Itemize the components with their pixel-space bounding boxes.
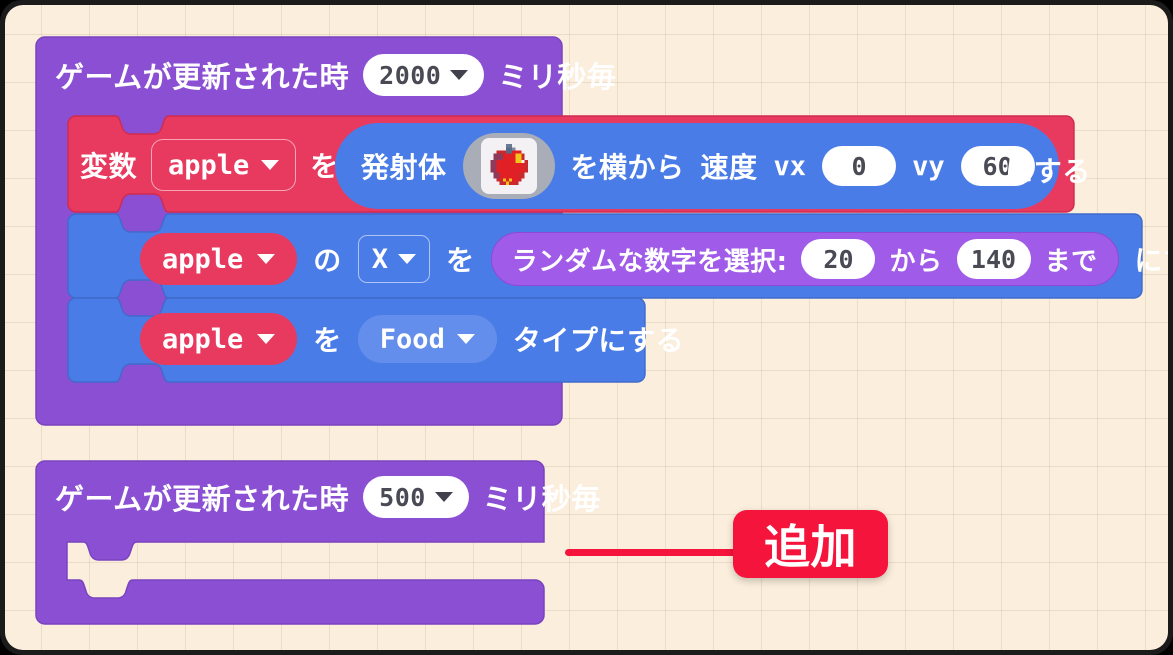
- callout-add-label: 追加: [733, 510, 888, 578]
- interval-dropdown[interactable]: 2000: [363, 54, 485, 96]
- label-wo: を: [446, 244, 475, 277]
- blocks-workspace-canvas[interactable]: ゲームが更新された時 2000 ミリ秒毎 変数 apple を 発射体 を横から…: [5, 5, 1168, 650]
- property-dropdown-x[interactable]: X: [357, 235, 431, 283]
- chevron-down-icon: [398, 254, 417, 264]
- callout-leader-line: [565, 549, 745, 556]
- label-set-variable: 変数: [80, 150, 138, 183]
- vx-input[interactable]: 0: [822, 146, 897, 186]
- variable-name: apple: [168, 149, 250, 181]
- hat-label-after: ミリ秒毎: [482, 482, 601, 516]
- script-1-hat-row: ゲームが更新された時 2000 ミリ秒毎: [55, 52, 616, 98]
- label-wo: を: [313, 324, 342, 357]
- chevron-down-icon: [434, 492, 453, 502]
- kind-dropdown-food[interactable]: Food: [357, 315, 497, 363]
- hat-label-before: ゲームが更新された時: [55, 482, 350, 516]
- callout-text: 追加: [764, 520, 857, 574]
- label-vx: vx: [773, 150, 807, 182]
- label-from-side: を横から: [570, 151, 685, 184]
- pick-random-reporter[interactable]: ランダムな数字を選択: 20 から 140 まで: [490, 232, 1119, 286]
- variable-dropdown-apple[interactable]: apple: [140, 233, 298, 285]
- random-min-input[interactable]: 20: [801, 239, 876, 279]
- apple-sprite-icon: [480, 138, 537, 194]
- label-pick-random: ランダムな数字を選択:: [511, 246, 788, 277]
- variable-name: apple: [162, 243, 244, 275]
- label-no: の: [313, 244, 342, 277]
- chevron-down-icon: [261, 160, 280, 170]
- label-speed: 速度: [700, 151, 758, 184]
- sprite-picker[interactable]: [462, 133, 555, 199]
- random-max-input[interactable]: 140: [956, 239, 1031, 279]
- interval-value: 2000: [379, 60, 442, 90]
- chevron-down-icon: [450, 70, 469, 80]
- kind-value: Food: [379, 323, 445, 355]
- label-kind-suffix: タイプにする: [512, 324, 685, 357]
- projectile-reporter[interactable]: 発射体 を横から 速度 vx 0 vy 60: [335, 123, 1059, 209]
- label-kara: から: [889, 246, 943, 277]
- label-vy: vy: [912, 150, 945, 182]
- variable-dropdown-apple[interactable]: apple: [140, 313, 298, 365]
- variable-dropdown-apple[interactable]: apple: [151, 139, 297, 191]
- screenshot-frame: ゲームが更新された時 2000 ミリ秒毎 変数 apple を 発射体 を横から…: [0, 0, 1173, 655]
- label-set-suffix-2: にする: [1134, 244, 1168, 277]
- variable-name: apple: [162, 323, 244, 355]
- chevron-down-icon: [257, 334, 276, 344]
- label-projectile: 発射体: [361, 151, 447, 184]
- hat-label-after: ミリ秒毎: [498, 60, 617, 94]
- script-2-hat-row: ゲームが更新された時 500 ミリ秒毎: [55, 474, 601, 520]
- chevron-down-icon: [456, 334, 475, 344]
- label-set-suffix-1: にする: [1005, 155, 1091, 188]
- set-projectile-row: 変数 apple を: [80, 139, 339, 191]
- set-x-random-row: apple の X を ランダムな数字を選択: 20 から 140 まで にする: [140, 232, 1168, 286]
- set-kind-row: apple を Food タイプにする: [140, 313, 684, 365]
- property-name: X: [371, 243, 389, 275]
- interval-dropdown[interactable]: 500: [363, 476, 469, 518]
- hat-label-before: ゲームが更新された時: [55, 60, 350, 94]
- interval-value: 500: [379, 482, 426, 512]
- chevron-down-icon: [257, 254, 276, 264]
- label-made: まで: [1044, 246, 1098, 277]
